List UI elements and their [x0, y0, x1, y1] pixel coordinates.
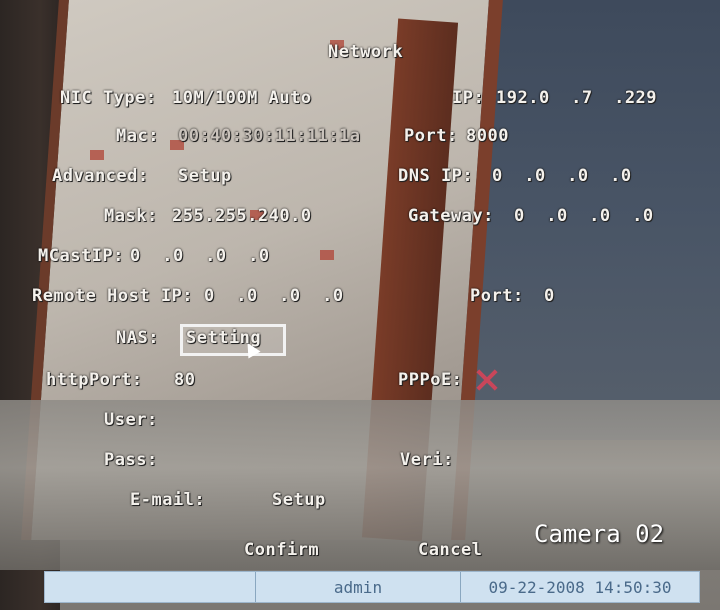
port-label: Port: — [404, 126, 458, 146]
ip-label: IP: — [452, 88, 485, 108]
ip-value[interactable]: 192.0 .7 .229 — [496, 88, 657, 108]
status-bar-empty-cell — [45, 572, 256, 602]
mask-value[interactable]: 255.255.240.0 — [172, 206, 312, 226]
advanced-label: Advanced: — [52, 166, 149, 186]
remote-port-value[interactable]: 0 — [544, 286, 555, 306]
cancel-button[interactable]: Cancel — [418, 540, 482, 560]
port-value[interactable]: 8000 — [466, 126, 509, 146]
email-label: E-mail: — [130, 490, 206, 510]
status-bar-datetime: 09-22-2008 14:50:30 — [488, 577, 672, 597]
mac-value: 00:40:30:11:11:1a — [178, 126, 361, 146]
verify-label: Veri: — [400, 450, 454, 470]
confirm-button[interactable]: Confirm — [244, 540, 319, 560]
remote-port-label: Port: — [470, 286, 524, 306]
mac-label: Mac: — [116, 126, 159, 146]
background-mark — [90, 150, 104, 160]
gateway-value[interactable]: 0 .0 .0 .0 — [514, 206, 654, 226]
background-mark — [320, 250, 334, 260]
gateway-label: Gateway: — [408, 206, 494, 226]
nic-type-label: NIC Type: — [60, 88, 157, 108]
email-setup-button[interactable]: Setup — [272, 490, 326, 510]
pppoe-disabled-x-icon[interactable] — [474, 367, 500, 393]
mask-label: Mask: — [104, 206, 158, 226]
nas-label: NAS: — [116, 328, 159, 348]
pppoe-label: PPPoE: — [398, 370, 463, 390]
mcast-ip-label: MCastIP: — [38, 246, 124, 266]
dns-ip-label: DNS IP: — [398, 166, 474, 186]
remote-host-ip-label: Remote Host IP: — [32, 286, 194, 306]
advanced-setup-button[interactable]: Setup — [178, 166, 232, 186]
user-label: User: — [104, 410, 158, 430]
remote-host-ip-value[interactable]: 0 .0 .0 .0 — [204, 286, 344, 306]
camera-label: Camera 02 — [534, 520, 665, 548]
http-port-label: httpPort: — [46, 370, 143, 390]
dns-ip-value[interactable]: 0 .0 .0 .0 — [492, 166, 632, 186]
nic-type-value[interactable]: 10M/100M Auto — [172, 88, 312, 108]
menu-title: Network — [328, 42, 404, 62]
http-port-value[interactable]: 80 — [174, 370, 195, 390]
status-bar: admin 09-22-2008 14:50:30 — [44, 571, 700, 603]
status-bar-user: admin — [256, 572, 461, 602]
pass-label: Pass: — [104, 450, 158, 470]
dvr-screen: Network NIC Type: 10M/100M Auto IP: 192.… — [0, 0, 720, 610]
mcast-ip-value[interactable]: 0 .0 .0 .0 — [130, 246, 270, 266]
